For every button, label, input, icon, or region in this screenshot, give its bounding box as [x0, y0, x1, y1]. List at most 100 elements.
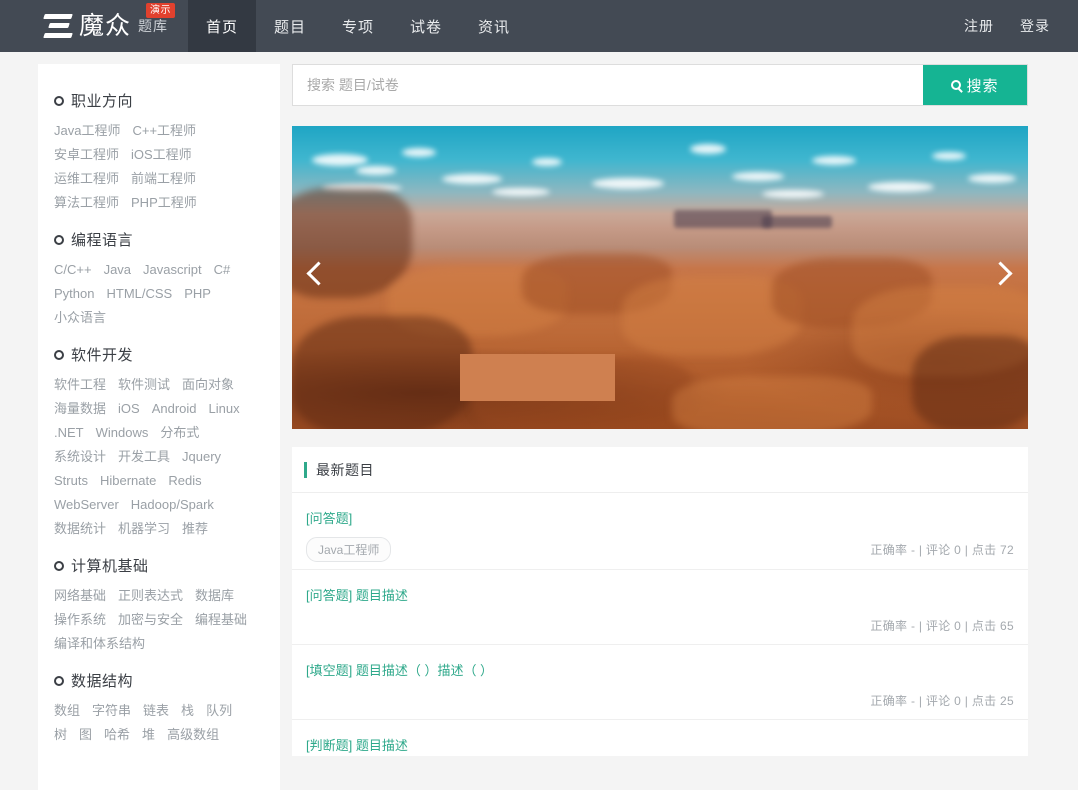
- nav-item-special[interactable]: 专项: [324, 0, 392, 52]
- sidebar-tag[interactable]: PHP: [184, 282, 211, 306]
- sidebar-tag[interactable]: 前端工程师: [131, 167, 196, 191]
- sidebar-tags-software: 软件工程 软件测试 面向对象 海量数据 iOS Android Linux .N…: [38, 373, 280, 545]
- sidebar-tag[interactable]: 正则表达式: [118, 584, 183, 608]
- sidebar-tag[interactable]: Hibernate: [100, 469, 156, 493]
- sidebar-tags-languages: C/C++ Java Javascript C# Python HTML/CSS…: [38, 258, 280, 334]
- sidebar-tag[interactable]: 数组: [54, 699, 80, 723]
- nav-item-home[interactable]: 首页: [188, 0, 256, 52]
- question-list-item: [问答题] 题目描述 正确率 - | 评论 0 | 点击 65: [292, 570, 1028, 645]
- sidebar-tag[interactable]: 海量数据: [54, 397, 106, 421]
- sidebar-tag[interactable]: Linux: [209, 397, 240, 421]
- sidebar-section-label: 职业方向: [71, 93, 134, 110]
- site-header: 魔众 题库 演示 首页 题目 专项 试卷 资讯 注册 登录: [0, 0, 1078, 52]
- sidebar-tag[interactable]: 安卓工程师: [54, 143, 119, 167]
- logo-text: 魔众: [79, 12, 132, 40]
- sidebar-tag[interactable]: 栈: [181, 699, 194, 723]
- carousel-prev-icon[interactable]: [306, 258, 332, 298]
- sidebar-tag[interactable]: 数据库: [195, 584, 234, 608]
- sidebar-tag[interactable]: 编程基础: [195, 608, 247, 632]
- logo-mark-icon: [43, 13, 74, 39]
- sidebar-tag[interactable]: 面向对象: [182, 373, 234, 397]
- question-meta: 正确率 - | 评论 0 | 点击 65: [870, 619, 1014, 633]
- question-list-item: [判断题] 题目描述: [292, 720, 1028, 756]
- nav-item-news[interactable]: 资讯: [460, 0, 528, 52]
- sidebar-tag[interactable]: 小众语言: [54, 306, 106, 330]
- sidebar-tag[interactable]: Redis: [168, 469, 201, 493]
- sidebar-tag[interactable]: .NET: [54, 421, 84, 445]
- search-input[interactable]: [293, 65, 923, 105]
- sidebar-tag[interactable]: 链表: [143, 699, 169, 723]
- sidebar-section-label: 数据结构: [71, 673, 134, 690]
- sidebar-tag[interactable]: Javascript: [143, 258, 202, 282]
- sidebar-tag[interactable]: 哈希: [104, 723, 130, 747]
- sidebar-tag[interactable]: C#: [214, 258, 231, 282]
- sidebar-tag[interactable]: 软件测试: [118, 373, 170, 397]
- sidebar-tag[interactable]: Java工程师: [54, 119, 120, 143]
- sidebar-tag[interactable]: Java: [104, 258, 131, 282]
- logo-subtitle: 题库: [138, 18, 169, 34]
- sidebar-tag[interactable]: HTML/CSS: [106, 282, 172, 306]
- question-link[interactable]: [问答题]: [306, 509, 1014, 529]
- sidebar-tags-career: Java工程师 C++工程师 安卓工程师 iOS工程师 运维工程师 前端工程师 …: [38, 119, 280, 219]
- redacted-overlay: [460, 354, 615, 401]
- latest-questions-panel: 最新题目 [问答题] Java工程师 正确率 - | 评论 0 | 点击 72 …: [292, 447, 1028, 756]
- sidebar-tag[interactable]: 加密与安全: [118, 608, 183, 632]
- circle-icon: [54, 560, 64, 571]
- question-link[interactable]: [填空题] 题目描述（ ）描述（ ）: [306, 661, 1014, 681]
- sidebar-tag[interactable]: 队列: [206, 699, 232, 723]
- sidebar-tag[interactable]: 开发工具: [118, 445, 170, 469]
- search-button[interactable]: 搜索: [923, 65, 1027, 105]
- sidebar-tag[interactable]: PHP工程师: [131, 191, 197, 215]
- sidebar-tag[interactable]: 高级数组: [167, 723, 219, 747]
- sidebar-tag[interactable]: WebServer: [54, 493, 119, 517]
- main-nav: 首页 题目 专项 试卷 资讯: [188, 0, 528, 52]
- circle-icon: [54, 95, 64, 106]
- sidebar-tag[interactable]: 系统设计: [54, 445, 106, 469]
- sidebar-tag[interactable]: 分布式: [160, 421, 199, 445]
- sidebar-tag[interactable]: 运维工程师: [54, 167, 119, 191]
- sidebar-tag[interactable]: 算法工程师: [54, 191, 119, 215]
- question-link[interactable]: [问答题] 题目描述: [306, 586, 1014, 606]
- sidebar-tag[interactable]: C/C++: [54, 258, 92, 282]
- banner-carousel[interactable]: [292, 126, 1028, 429]
- register-link[interactable]: 注册: [964, 16, 994, 36]
- panel-header: 最新题目: [292, 447, 1028, 493]
- carousel-next-icon[interactable]: [988, 258, 1014, 298]
- question-link[interactable]: [判断题] 题目描述: [306, 736, 1014, 756]
- sidebar-tag[interactable]: 软件工程: [54, 373, 106, 397]
- question-tag[interactable]: Java工程师: [306, 537, 392, 562]
- sidebar-tag[interactable]: Jquery: [182, 445, 221, 469]
- sidebar-tag[interactable]: 推荐: [182, 517, 208, 541]
- sidebar-tag[interactable]: 操作系统: [54, 608, 106, 632]
- sidebar-tag[interactable]: 堆: [142, 723, 155, 747]
- sidebar-section-title-datastructures: 数据结构: [38, 660, 280, 699]
- sidebar-tags-datastructures: 数组 字符串 链表 栈 队列 树 图 哈希 堆 高级数组: [38, 699, 280, 751]
- sidebar-tag[interactable]: Python: [54, 282, 94, 306]
- question-footer: 正确率 - | 评论 0 | 点击 65: [306, 606, 1014, 644]
- sidebar-tag[interactable]: 树: [54, 723, 67, 747]
- nav-item-papers[interactable]: 试卷: [392, 0, 460, 52]
- sidebar-tag[interactable]: 编译和体系结构: [54, 632, 145, 656]
- sidebar-tag[interactable]: C++工程师: [132, 119, 196, 143]
- sidebar-tag[interactable]: 数据统计: [54, 517, 106, 541]
- sidebar-tags-fundamentals: 网络基础 正则表达式 数据库 操作系统 加密与安全 编程基础 编译和体系结构: [38, 584, 280, 660]
- circle-icon: [54, 675, 64, 686]
- sidebar-tag[interactable]: iOS工程师: [131, 143, 192, 167]
- brand-logo[interactable]: 魔众 题库 演示: [0, 0, 188, 52]
- sidebar-tag[interactable]: 字符串: [92, 699, 131, 723]
- sidebar-tag[interactable]: Android: [152, 397, 197, 421]
- nav-item-questions[interactable]: 题目: [256, 0, 324, 52]
- login-link[interactable]: 登录: [1020, 16, 1050, 36]
- question-meta: 正确率 - | 评论 0 | 点击 72: [870, 543, 1014, 557]
- sidebar-tag[interactable]: Windows: [96, 421, 149, 445]
- sidebar-tag[interactable]: Hadoop/Spark: [131, 493, 214, 517]
- sidebar-tag[interactable]: 网络基础: [54, 584, 106, 608]
- page-body: 职业方向 Java工程师 C++工程师 安卓工程师 iOS工程师 运维工程师 前…: [0, 52, 1078, 790]
- sidebar-tag[interactable]: iOS: [118, 397, 140, 421]
- auth-links: 注册 登录: [938, 0, 1078, 52]
- sidebar-tag[interactable]: Struts: [54, 469, 88, 493]
- sidebar-tag[interactable]: 图: [79, 723, 92, 747]
- sidebar-tag[interactable]: 机器学习: [118, 517, 170, 541]
- carousel-slide-image: [292, 126, 1028, 429]
- search-icon: [951, 80, 962, 90]
